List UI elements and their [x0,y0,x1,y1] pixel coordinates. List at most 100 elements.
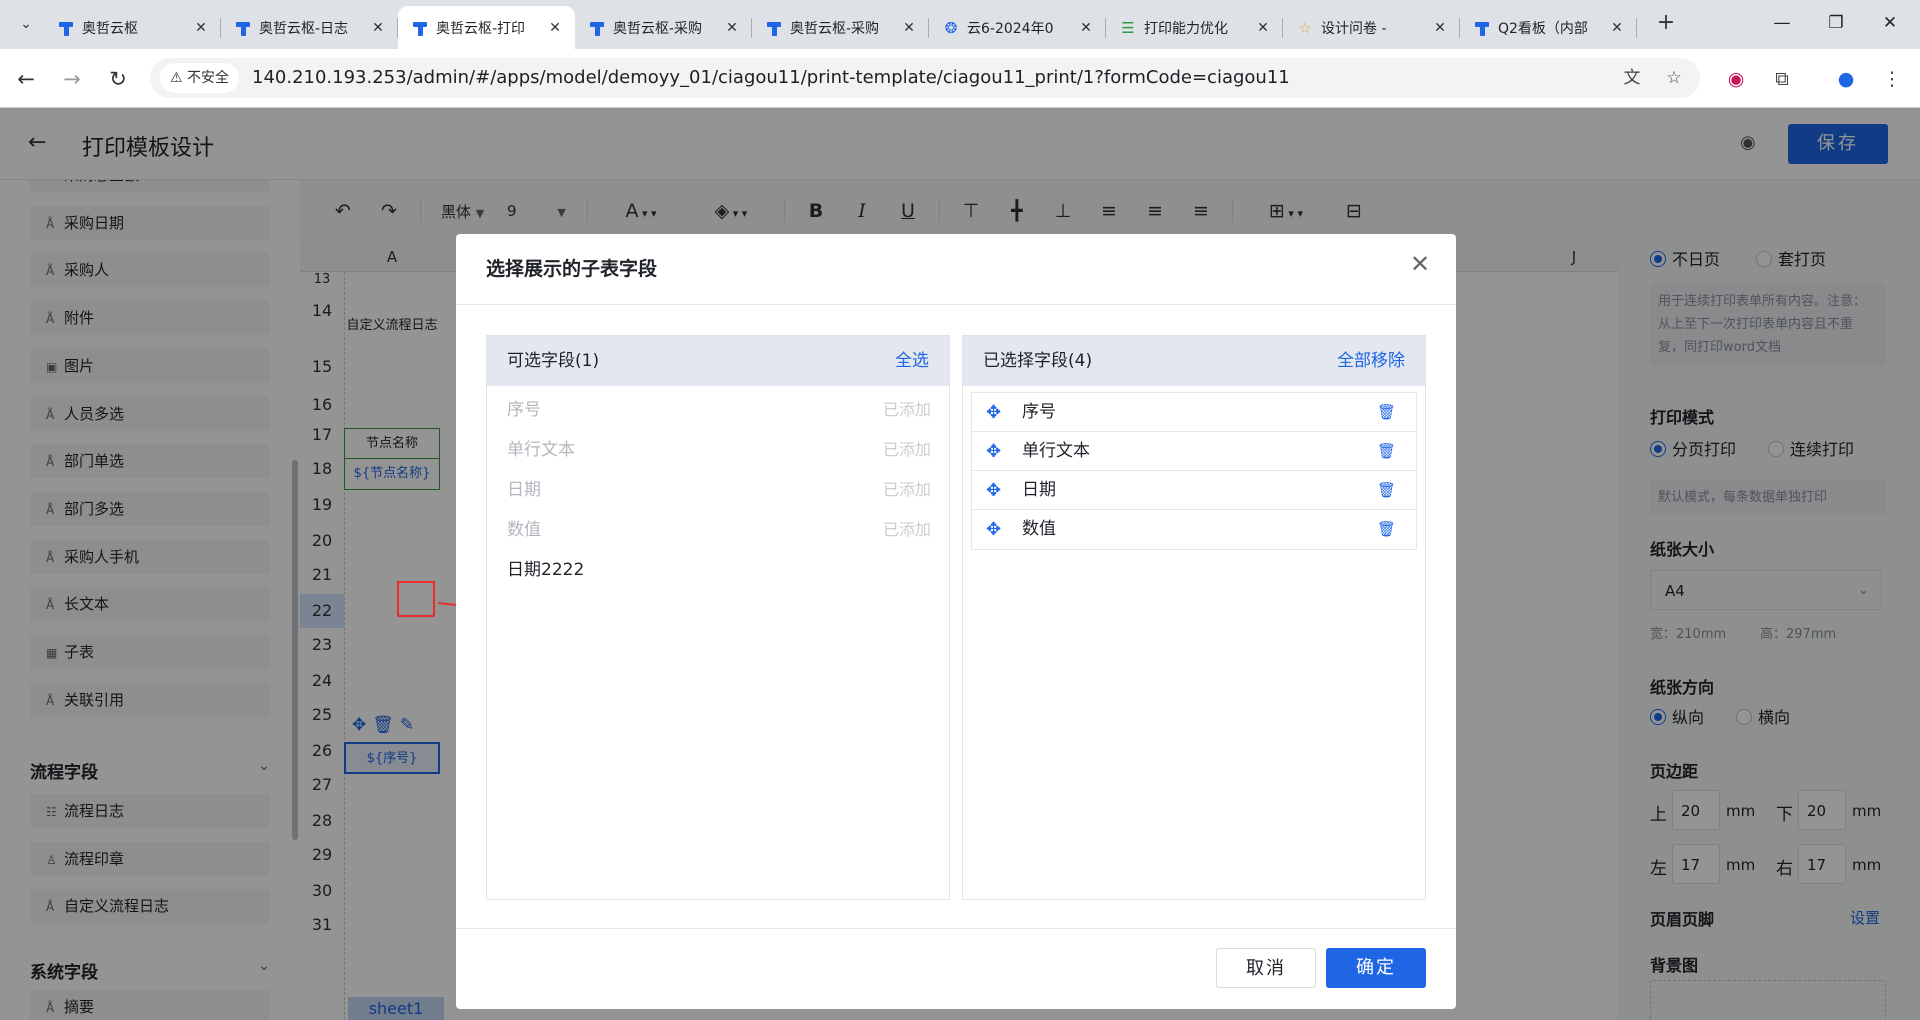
tab-title: 奥哲云枢 [82,20,138,37]
browser-tab[interactable]: 奥哲云枢-日志 ✕ [221,6,398,49]
logo-favicon-icon [235,20,251,36]
close-icon[interactable]: ✕ [1410,250,1430,278]
added-status: 已添加 [882,520,931,539]
tab-close-icon[interactable]: ✕ [545,20,565,36]
tab-close-icon[interactable]: ✕ [899,20,919,36]
confirm-button[interactable]: 确定 [1326,948,1426,988]
selected-fields-header: 已选择字段(4) 全部移除 [963,336,1425,386]
tab-title: 奥哲云枢-打印 [436,20,526,37]
drag-handle-icon[interactable]: ✥ [986,393,1001,432]
browser-tab-bar: ⌄ 奥哲云枢 ✕ 奥哲云枢-日志 ✕ 奥哲云枢-打印 ✕ 奥哲云枢-采购 ✕ 奥哲云枢-采购 ✕ ❂… [0,0,1920,49]
security-indicator[interactable]: ⚠ 不安全 [160,63,240,93]
remove-all-link[interactable]: 全部移除 [1337,336,1405,386]
logo-favicon-icon [766,20,782,36]
selected-field-row[interactable]: ✥ 数值 🗑 [972,510,1416,549]
trash-icon[interactable]: 🗑 [1377,432,1396,471]
tab-close-icon[interactable]: ✕ [1430,20,1450,36]
cancel-button[interactable]: 取消 [1216,948,1316,988]
drag-handle-icon[interactable]: ✥ [986,510,1001,549]
drag-handle-icon[interactable]: ✥ [986,471,1001,510]
added-status: 已添加 [882,480,931,499]
available-field-item: 单行文本 已添加 [507,430,931,470]
available-field-item: 数值 已添加 [507,510,931,550]
star-favicon-icon: ☆ [1298,18,1312,37]
restore-icon[interactable]: ❐ [1806,0,1866,49]
available-field-label: 序号 [507,400,541,420]
added-status: 已添加 [882,440,931,459]
url-text[interactable]: 140.210.193.253/admin/#/apps/model/demoy… [252,58,1290,98]
browser-tab[interactable]: ❂ 云6-2024年0 ✕ [929,6,1106,49]
tab-title: 设计问卷 - [1321,20,1387,37]
trash-icon[interactable]: 🗑 [1377,510,1396,549]
browser-tab[interactable]: 奥哲云枢-采购 ✕ [752,6,929,49]
browser-tab[interactable]: Q2看板（内部 ✕ [1460,6,1637,49]
select-all-link[interactable]: 全选 [895,336,929,386]
tab-close-icon[interactable]: ✕ [191,20,211,36]
forward-icon[interactable]: → [56,63,88,95]
selected-field-row[interactable]: ✥ 序号 🗑 [972,393,1416,432]
selected-list: ✥ 序号 🗑 ✥ 单行文本 🗑 ✥ 日期 🗑 ✥ 数值 🗑 [971,392,1417,550]
selected-field-row[interactable]: ✥ 日期 🗑 [972,471,1416,510]
selected-field-row[interactable]: ✥ 单行文本 🗑 [972,432,1416,471]
added-status: 已添加 [882,400,931,419]
selected-field-label: 日期 [1022,480,1056,500]
tab-title: 奥哲云枢-采购 [613,20,703,37]
dialog-title: 选择展示的子表字段 [486,258,658,280]
available-field-item[interactable]: 日期2222 [507,550,931,590]
extensions-puzzle-icon[interactable]: ⧉ [1766,63,1798,95]
available-field-label: 数值 [507,520,541,540]
trash-icon[interactable]: 🗑 [1377,393,1396,432]
browser-tab[interactable]: ☰ 打印能力优化 ✕ [1106,6,1283,49]
tab-close-icon[interactable]: ✕ [722,20,742,36]
available-fields-panel: 可选字段(1) 全选 序号 已添加 单行文本 已添加 日期 已添加 数值 已添加 日期2222 [486,335,950,900]
browser-nav-bar: ← → ↻ ⚠ 不安全 140.210.193.253/admin/#/apps… [0,49,1920,108]
annotation-highlight-box [397,581,435,617]
profile-avatar-icon[interactable]: ● [1830,63,1862,95]
translate-icon[interactable]: 文 [1618,64,1646,92]
browser-tab[interactable]: ☆ 设计问卷 - ✕ [1283,6,1460,49]
new-tab-button[interactable]: + [1651,8,1681,38]
logo-favicon-icon [412,20,428,36]
logo-favicon-icon [1474,20,1490,36]
swirl-favicon-icon: ❂ [944,18,958,37]
doc-favicon-icon: ☰ [1121,18,1135,37]
dialog-footer-divider [456,928,1456,929]
browser-menu-icon[interactable]: ⋮ [1876,63,1908,95]
available-field-item: 日期 已添加 [507,470,931,510]
address-bar[interactable]: ⚠ 不安全 140.210.193.253/admin/#/apps/model… [150,58,1700,98]
tab-close-icon[interactable]: ✕ [368,20,388,36]
extension-color-icon[interactable]: ◉ [1720,63,1752,95]
dialog-divider [456,304,1456,305]
browser-tab[interactable]: 奥哲云枢 ✕ [44,6,221,49]
drag-handle-icon[interactable]: ✥ [986,432,1001,471]
bookmark-star-icon[interactable]: ☆ [1660,64,1688,92]
tab-close-icon[interactable]: ✕ [1607,20,1627,36]
browser-tab[interactable]: 奥哲云枢-打印 ✕ [398,6,575,49]
selected-field-label: 序号 [1022,402,1056,422]
tab-title: Q2看板（内部 [1498,20,1588,37]
tab-search-chevron-icon[interactable]: ⌄ [12,10,40,38]
browser-tab[interactable]: 奥哲云枢-采购 ✕ [575,6,752,49]
subtable-field-dialog: 选择展示的子表字段 ✕ 可选字段(1) 全选 序号 已添加 单行文本 已添加 日期 已添加… [456,234,1456,1009]
tab-separator [1636,18,1637,38]
tab-title: 打印能力优化 [1144,20,1228,37]
available-field-item: 序号 已添加 [507,390,931,430]
close-window-icon[interactable]: ✕ [1860,0,1920,49]
logo-favicon-icon [58,20,74,36]
tab-close-icon[interactable]: ✕ [1076,20,1096,36]
reload-icon[interactable]: ↻ [102,63,134,95]
available-field-label: 日期2222 [507,560,585,580]
selected-field-label: 数值 [1022,519,1056,539]
minimize-icon[interactable]: — [1752,0,1812,49]
back-icon[interactable]: ← [10,63,42,95]
available-fields-header: 可选字段(1) 全选 [487,336,949,386]
logo-favicon-icon [589,20,605,36]
tab-close-icon[interactable]: ✕ [1253,20,1273,36]
selected-fields-panel: 已选择字段(4) 全部移除 ✥ 序号 🗑 ✥ 单行文本 🗑 ✥ 日期 🗑 ✥ 数值 🗑 [962,335,1426,900]
trash-icon[interactable]: 🗑 [1377,471,1396,510]
tab-title: 云6-2024年0 [967,20,1054,37]
tab-title: 奥哲云枢-采购 [790,20,880,37]
warning-icon: ⚠ [170,70,183,86]
tab-title: 奥哲云枢-日志 [259,20,349,37]
available-field-label: 日期 [507,480,541,500]
